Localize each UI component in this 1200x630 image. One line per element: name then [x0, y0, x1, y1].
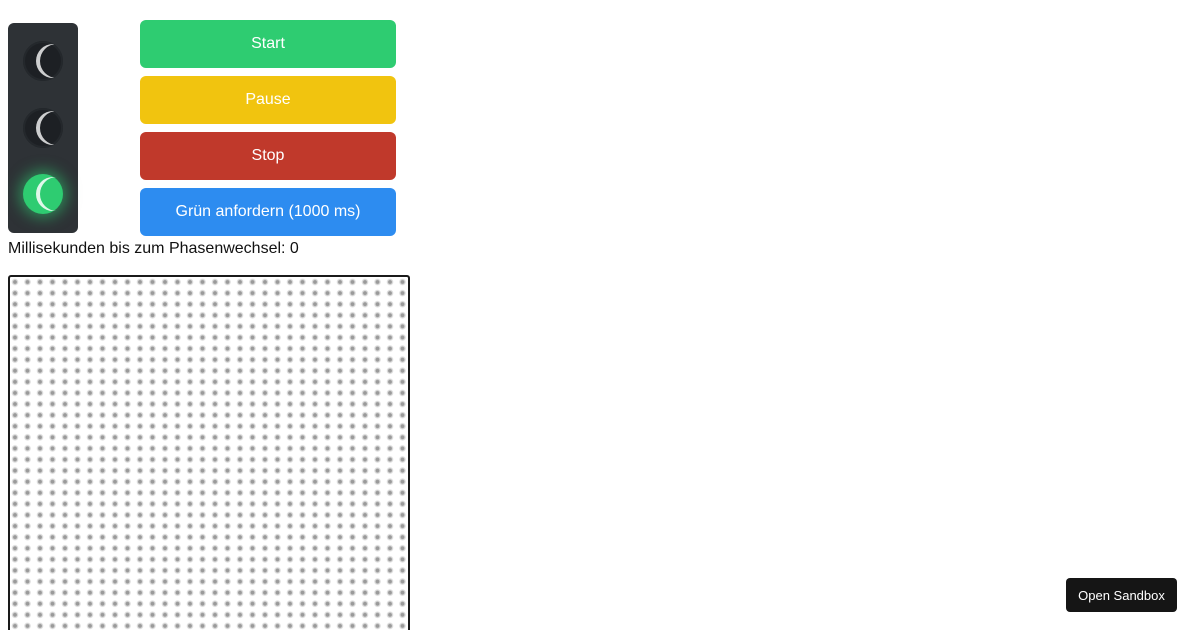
start-button[interactable]: Start [140, 20, 396, 68]
app-root: Start Pause Stop Grün anfordern (1000 ms… [0, 0, 1200, 630]
green-lamp [23, 174, 63, 214]
red-lamp [23, 41, 63, 81]
request-green-button[interactable]: Grün anfordern (1000 ms) [140, 188, 396, 236]
stop-button[interactable]: Stop [140, 132, 396, 180]
yellow-lamp [23, 108, 63, 148]
dot-grid-canvas [8, 275, 410, 630]
open-sandbox-button[interactable]: Open Sandbox [1066, 578, 1177, 612]
phase-countdown-text: Millisekunden bis zum Phasenwechsel: 0 [8, 240, 299, 257]
traffic-light [8, 23, 78, 233]
pause-button[interactable]: Pause [140, 76, 396, 124]
